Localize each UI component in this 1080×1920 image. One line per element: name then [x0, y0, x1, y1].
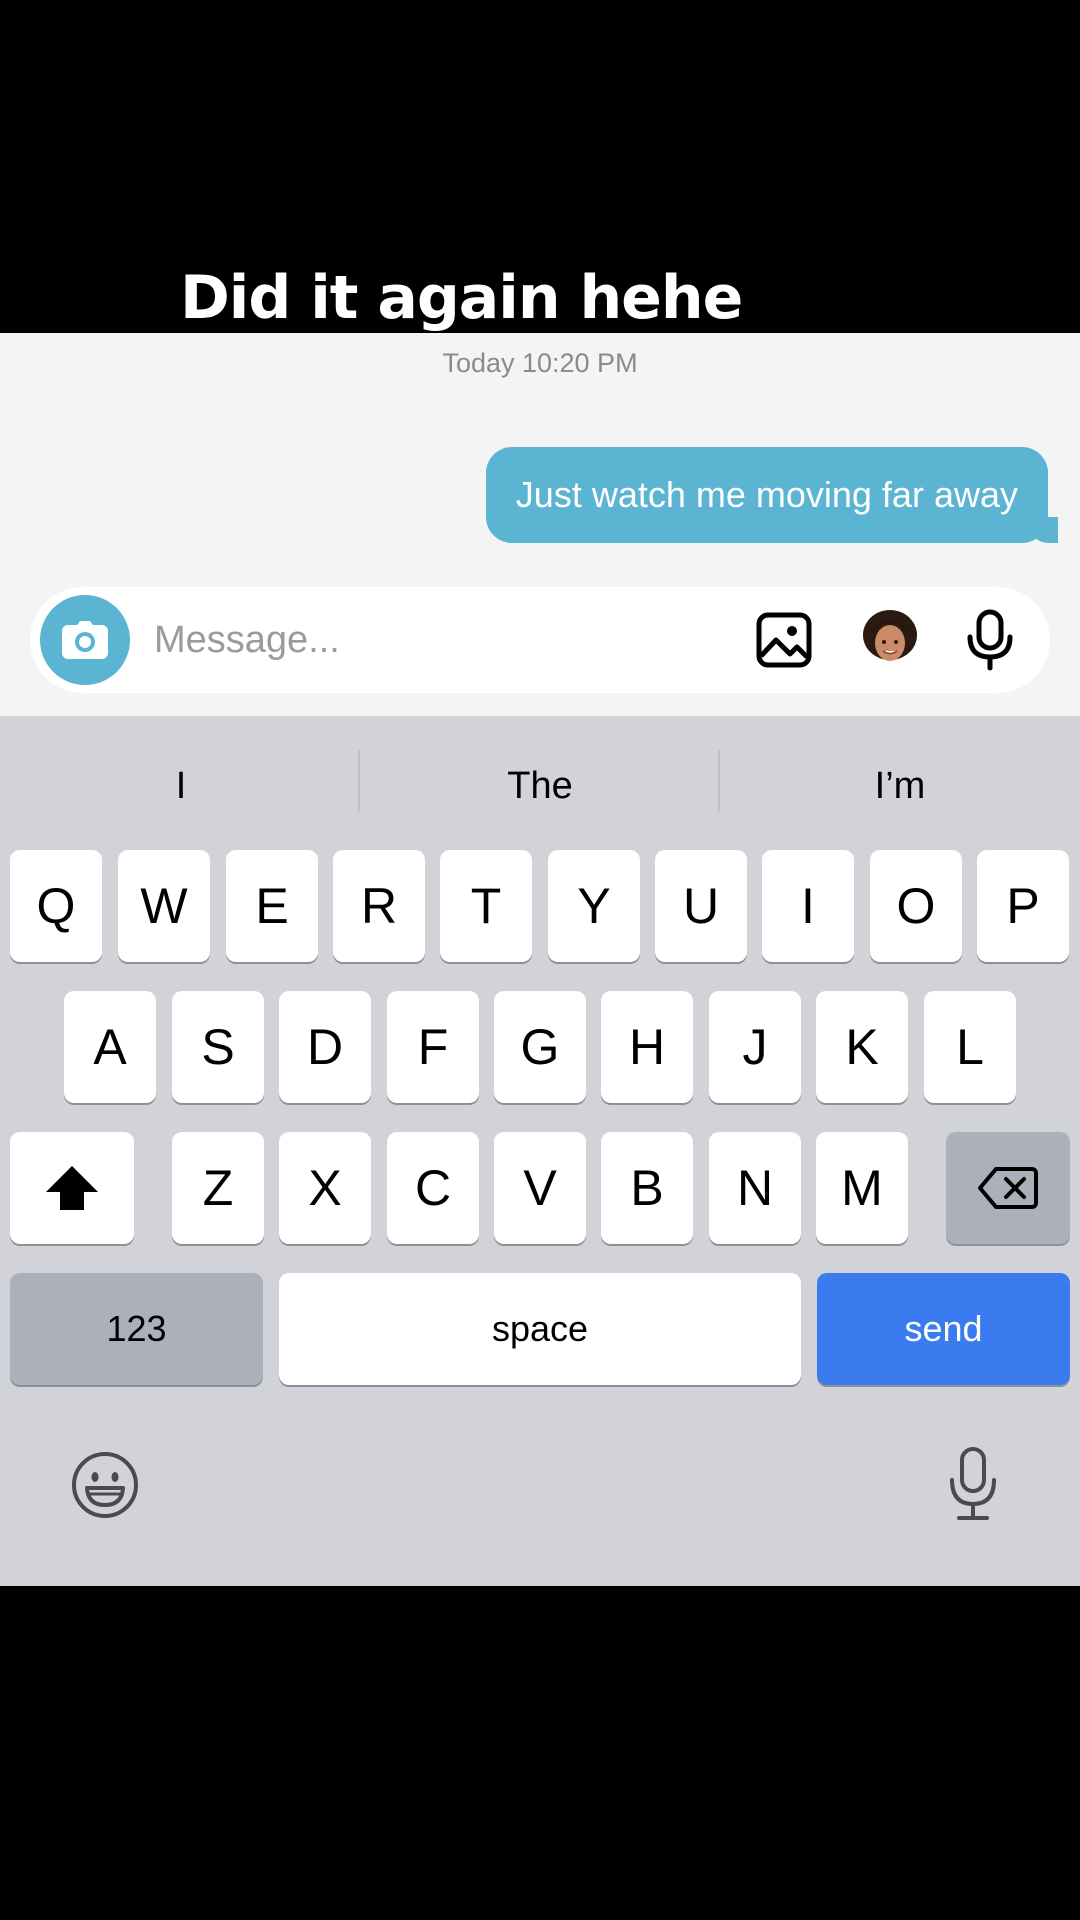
- key-l[interactable]: L: [924, 991, 1016, 1103]
- keyboard: I The I’m Q W E R T Y U I O P A S D F G …: [0, 716, 1080, 1586]
- dictation-button[interactable]: [945, 1446, 1001, 1522]
- key-h[interactable]: H: [601, 991, 693, 1103]
- key-n[interactable]: N: [709, 1132, 801, 1244]
- key-w[interactable]: W: [118, 850, 210, 962]
- outgoing-message-bubble[interactable]: Just watch me moving far away: [485, 447, 1048, 543]
- message-timestamp: Today 10:20 PM: [442, 348, 638, 378]
- gallery-button[interactable]: [756, 612, 812, 668]
- shift-icon: [46, 1166, 98, 1210]
- emoji-button[interactable]: [70, 1450, 140, 1520]
- microphone-icon: [967, 609, 1013, 671]
- key-p[interactable]: P: [977, 850, 1069, 962]
- key-f[interactable]: F: [387, 991, 479, 1103]
- key-z[interactable]: Z: [172, 1132, 264, 1244]
- key-e[interactable]: E: [226, 850, 318, 962]
- camera-icon: [62, 621, 108, 659]
- emoji-icon: [72, 1452, 138, 1518]
- send-key[interactable]: send: [817, 1273, 1070, 1385]
- backspace-icon: [978, 1167, 1038, 1209]
- key-x[interactable]: X: [279, 1132, 371, 1244]
- space-key[interactable]: space: [279, 1273, 801, 1385]
- key-m[interactable]: M: [816, 1132, 908, 1244]
- key-t[interactable]: T: [440, 850, 532, 962]
- dictation-icon: [950, 1447, 996, 1520]
- key-o[interactable]: O: [870, 850, 962, 962]
- key-j[interactable]: J: [709, 991, 801, 1103]
- key-q[interactable]: Q: [10, 850, 102, 962]
- key-a[interactable]: A: [64, 991, 156, 1103]
- message-input[interactable]: [152, 609, 756, 671]
- camera-button[interactable]: [40, 595, 130, 685]
- numbers-key[interactable]: 123: [10, 1273, 263, 1385]
- shift-key[interactable]: [10, 1132, 134, 1244]
- video-caption: Did it again hehe: [180, 263, 743, 333]
- suggestion-3[interactable]: I’m: [721, 736, 1079, 836]
- key-s[interactable]: S: [172, 991, 264, 1103]
- key-i[interactable]: I: [762, 850, 854, 962]
- suggestion-divider: [358, 750, 360, 812]
- key-k[interactable]: K: [816, 991, 908, 1103]
- key-g[interactable]: G: [494, 991, 586, 1103]
- key-u[interactable]: U: [655, 850, 747, 962]
- suggestion-2[interactable]: The: [361, 736, 719, 836]
- suggestion-1[interactable]: I: [2, 736, 360, 836]
- key-y[interactable]: Y: [548, 850, 640, 962]
- avatar-icon: [863, 610, 917, 661]
- key-v[interactable]: V: [494, 1132, 586, 1244]
- backspace-key[interactable]: [946, 1132, 1070, 1244]
- suggestion-divider: [718, 750, 720, 812]
- key-c[interactable]: C: [387, 1132, 479, 1244]
- key-b[interactable]: B: [601, 1132, 693, 1244]
- key-d[interactable]: D: [279, 991, 371, 1103]
- key-r[interactable]: R: [333, 850, 425, 962]
- voice-message-button[interactable]: [962, 609, 1018, 671]
- message-composer: [30, 587, 1050, 693]
- chat-area: Today 10:20 PM Just watch me moving far …: [0, 333, 1080, 716]
- avatar[interactable]: [862, 609, 918, 669]
- gallery-icon: [756, 612, 812, 668]
